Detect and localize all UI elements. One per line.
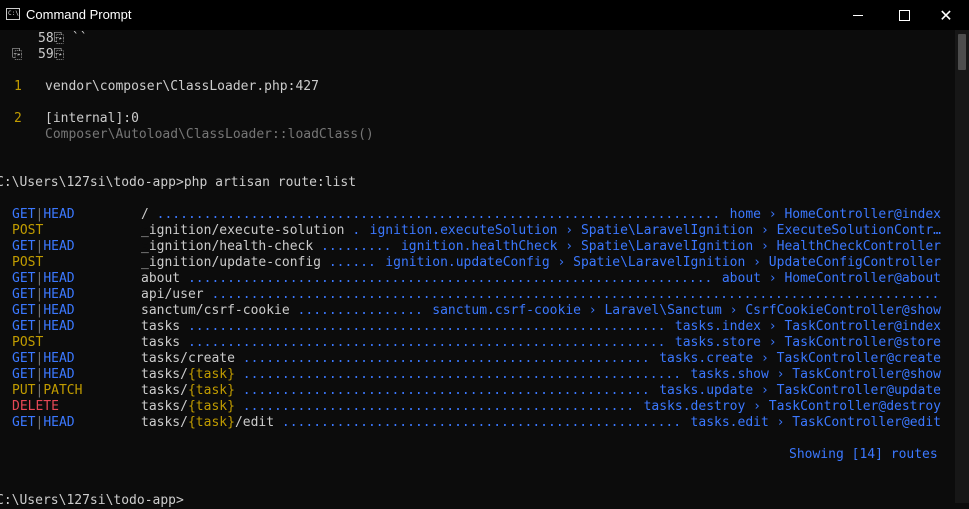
route-method: POST: [12, 335, 44, 350]
route-uri: _ignition/update-config: [141, 255, 322, 270]
scrollbar-thumb[interactable]: [958, 34, 966, 70]
route-method: PUT|PATCH: [12, 383, 83, 398]
route-method: GET|HEAD: [12, 351, 75, 366]
route-uri: tasks/{task}: [141, 367, 235, 382]
route-name-action: tasks.create › TaskController@create: [651, 351, 941, 367]
route-method: POST: [12, 223, 44, 238]
frame-2-number: 2: [14, 111, 22, 126]
maximize-button[interactable]: [881, 0, 927, 30]
command-prompt-icon[interactable]: [6, 8, 20, 20]
route-uri: api/user: [141, 287, 204, 302]
route-uri: sanctum/csrf-cookie: [141, 303, 290, 318]
minimize-icon: [853, 14, 863, 16]
route-row: GET|HEAD xxxxxxxx .......................…: [0, 287, 955, 303]
frame-2-call: Composer\Autoload\ClassLoader::loadClass…: [45, 127, 374, 142]
route-row: GET|HEAD x ..............................…: [0, 207, 955, 223]
route-method: GET|HEAD: [12, 287, 75, 302]
route-name-action: tasks.index › TaskController@index: [667, 319, 941, 335]
route-method: POST: [12, 255, 44, 270]
route-method: GET|HEAD: [12, 207, 75, 222]
window-title: Command Prompt: [26, 7, 132, 22]
route-name-action: sanctum.csrf-cookie › Laravel\Sanctum › …: [424, 303, 941, 319]
route-method: GET|HEAD: [12, 367, 75, 382]
route-row: DELETE xxxxxxxxxxxx .....................…: [0, 399, 955, 415]
close-button[interactable]: ✕: [923, 0, 969, 30]
route-method: GET|HEAD: [12, 271, 75, 286]
trace-line-58: 58⎘ ``: [38, 31, 88, 46]
route-name-action: tasks.destroy › TaskController@destroy: [635, 399, 941, 415]
route-method: GET|HEAD: [12, 319, 75, 334]
route-uri: tasks/create: [141, 351, 235, 366]
close-icon: ✕: [939, 5, 953, 25]
route-name-action: ignition.updateConfig › Spatie\LaravelIg…: [377, 255, 941, 271]
route-uri: tasks/{task}/edit: [141, 415, 275, 430]
maximize-icon: [898, 9, 910, 21]
route-dots: xxxxxxxx ...............................…: [141, 287, 941, 302]
route-method: GET|HEAD: [12, 415, 75, 430]
vertical-scrollbar[interactable]: [955, 30, 969, 503]
route-row: POST xxxxx ..............................…: [0, 335, 955, 351]
frame-2-text: [internal]:0: [45, 111, 139, 126]
route-row: GET|HEAD xxxxxxxxxxxx ...................…: [0, 367, 955, 383]
route-row: GET|HEADxxxxxxxxxxxxxxxxxxx ............…: [0, 303, 955, 319]
route-method: GET|HEAD: [12, 303, 75, 318]
route-row: GET|HEAD xxxxx ..........................…: [0, 319, 955, 335]
route-method: DELETE: [12, 399, 59, 414]
route-row: GET|HEAD xxxxxxxxxxxxxxxxx ..............…: [0, 415, 955, 431]
route-name-action: ignition.healthCheck › Spatie\LaravelIgn…: [393, 239, 941, 255]
route-uri: _ignition/execute-solution: [141, 223, 345, 238]
route-uri: _ignition/health-check: [141, 239, 314, 254]
route-uri: tasks/{task}: [141, 399, 235, 414]
routes-summary: Showing [14] routes: [789, 447, 938, 462]
route-row: GET|HEADxxxxxxxxxxxxxxxxxxxxxx .........…: [0, 239, 955, 255]
route-row: GET|HEAD xxxxx ..........................…: [0, 271, 955, 287]
route-row: GET|HEAD xxxxxxxxxxxx ...................…: [0, 351, 955, 367]
route-uri: tasks: [141, 335, 181, 350]
route-name-action: tasks.store › TaskController@store: [667, 335, 941, 351]
route-uri: /: [141, 207, 149, 222]
route-name-action: ignition.executeSolution › Spatie\Larave…: [361, 223, 941, 239]
route-row: POSTxxxxxxxxxxxxxxxxxxxxxxx ............…: [0, 255, 955, 271]
route-uri: about: [141, 271, 181, 286]
frame-1-number: 1: [14, 79, 22, 94]
trace-marker-59: ⎘: [12, 47, 23, 62]
route-uri: tasks/{task}: [141, 383, 235, 398]
route-name-action: home › HomeController@index: [721, 207, 941, 223]
minimize-button[interactable]: [835, 0, 881, 30]
command-line: C:\Users\127si\todo-app>php artisan rout…: [0, 175, 357, 190]
trace-line-59: 59⎘: [38, 47, 65, 62]
route-name-action: tasks.update › TaskController@update: [651, 383, 941, 399]
route-uri: tasks: [141, 319, 181, 334]
route-name-action: tasks.edit › TaskController@edit: [682, 415, 941, 431]
route-name-action: tasks.show › TaskController@show: [682, 367, 941, 383]
frame-1-text: vendor\composer\ClassLoader.php:427: [45, 79, 319, 94]
route-row: POSTxxxxxxxxxxxxxxxxxxxxxxxxxx .........…: [0, 223, 955, 239]
title-bar: Command Prompt ✕: [0, 0, 969, 30]
route-name-action: about › HomeController@about: [714, 271, 941, 287]
route-method: GET|HEAD: [12, 239, 75, 254]
command-prompt-line[interactable]: C:\Users\127si\todo-app>: [0, 493, 184, 509]
route-row: PUT|PATCH xxxxxxxxxxxx ..................…: [0, 383, 955, 399]
